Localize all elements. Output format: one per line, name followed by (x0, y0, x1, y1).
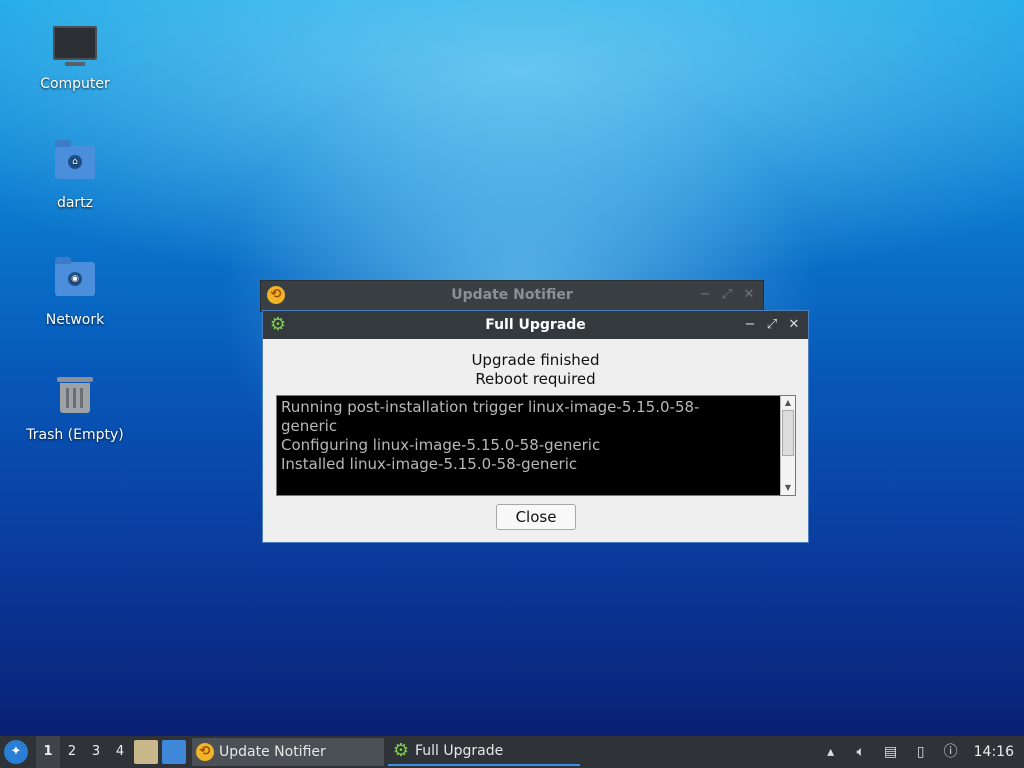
desktop-icon-computer[interactable]: Computer (20, 22, 130, 92)
task-label: Update Notifier (219, 744, 326, 760)
update-notifier-titlebar[interactable]: ⟲ Update Notifier − ⤢ ✕ (261, 281, 763, 309)
taskbar: ✦ 1 2 3 4 ⟲ Update Notifier ⚙ Full Upgra… (0, 736, 1024, 768)
file-manager-icon[interactable] (134, 740, 158, 764)
start-menu-icon[interactable]: ✦ (4, 740, 28, 764)
task-update-notifier[interactable]: ⟲ Update Notifier (192, 738, 384, 766)
network-icon[interactable]: ▤ (881, 742, 901, 762)
close-button[interactable]: ✕ (741, 287, 757, 303)
trash-icon (53, 377, 97, 421)
desktop-icon-trash[interactable]: Trash (Empty) (20, 373, 130, 443)
clock[interactable]: 14:16 (974, 744, 1014, 760)
clipboard-icon[interactable]: ▯ (911, 742, 931, 762)
workspace-3[interactable]: 3 (84, 736, 108, 768)
workspace-2[interactable]: 2 (60, 736, 84, 768)
minimize-button[interactable]: − (742, 317, 758, 333)
network-folder-icon: ◉ (53, 257, 97, 306)
computer-icon (53, 26, 97, 70)
desktop-icon-home[interactable]: ⌂ dartz (20, 139, 130, 211)
scroll-thumb[interactable] (782, 410, 794, 456)
maximize-button[interactable]: ⤢ (719, 287, 735, 303)
status-line-finished: Upgrade finished (471, 351, 600, 369)
update-icon: ⟲ (267, 286, 285, 304)
volume-icon[interactable]: 🔈︎ (851, 742, 871, 762)
log-text: Running post-installation trigger linux-… (281, 398, 700, 473)
desktop-icon-network[interactable]: ◉ Network (20, 256, 130, 328)
gear-icon: ⚙ (269, 314, 287, 335)
close-window-button[interactable]: ✕ (786, 317, 802, 333)
scroll-up-icon[interactable]: ▲ (781, 396, 795, 410)
status-line-reboot: Reboot required (475, 370, 596, 388)
desktop-icon-label: Computer (40, 76, 110, 92)
window-title: Update Notifier (451, 287, 573, 303)
upgrade-log[interactable]: Running post-installation trigger linux-… (276, 395, 796, 496)
home-folder-icon: ⌂ (53, 140, 97, 189)
gear-icon: ⚙ (392, 740, 410, 761)
show-desktop-icon[interactable] (162, 740, 186, 764)
desktop-icon-label: Network (45, 312, 105, 328)
status-message: Upgrade finished Reboot required (263, 351, 808, 389)
tray-expand-icon[interactable]: ▴ (821, 742, 841, 762)
window-title: Full Upgrade (485, 317, 586, 333)
system-tray: ▴ 🔈︎ ▤ ▯ ⓘ 14:16 (816, 736, 1024, 768)
maximize-button[interactable]: ⤢ (764, 317, 780, 333)
desktop-icon-label: Trash (Empty) (26, 427, 124, 443)
minimize-button[interactable]: − (697, 287, 713, 303)
scroll-down-icon[interactable]: ▼ (781, 481, 795, 495)
full-upgrade-titlebar[interactable]: ⚙ Full Upgrade − ⤢ ✕ (263, 311, 808, 339)
task-full-upgrade[interactable]: ⚙ Full Upgrade (388, 738, 580, 766)
close-button[interactable]: Close (496, 504, 576, 530)
workspace-1[interactable]: 1 (36, 736, 60, 768)
desktop-icon-label: dartz (56, 195, 94, 211)
full-upgrade-window[interactable]: ⚙ Full Upgrade − ⤢ ✕ Upgrade finished Re… (262, 310, 809, 543)
update-notifier-window[interactable]: ⟲ Update Notifier − ⤢ ✕ (260, 280, 764, 312)
task-label: Full Upgrade (415, 743, 504, 759)
update-notification-icon[interactable]: ⓘ (941, 742, 961, 762)
workspace-4[interactable]: 4 (108, 736, 132, 768)
update-icon: ⟲ (196, 743, 214, 761)
log-scrollbar[interactable]: ▲ ▼ (780, 396, 795, 495)
